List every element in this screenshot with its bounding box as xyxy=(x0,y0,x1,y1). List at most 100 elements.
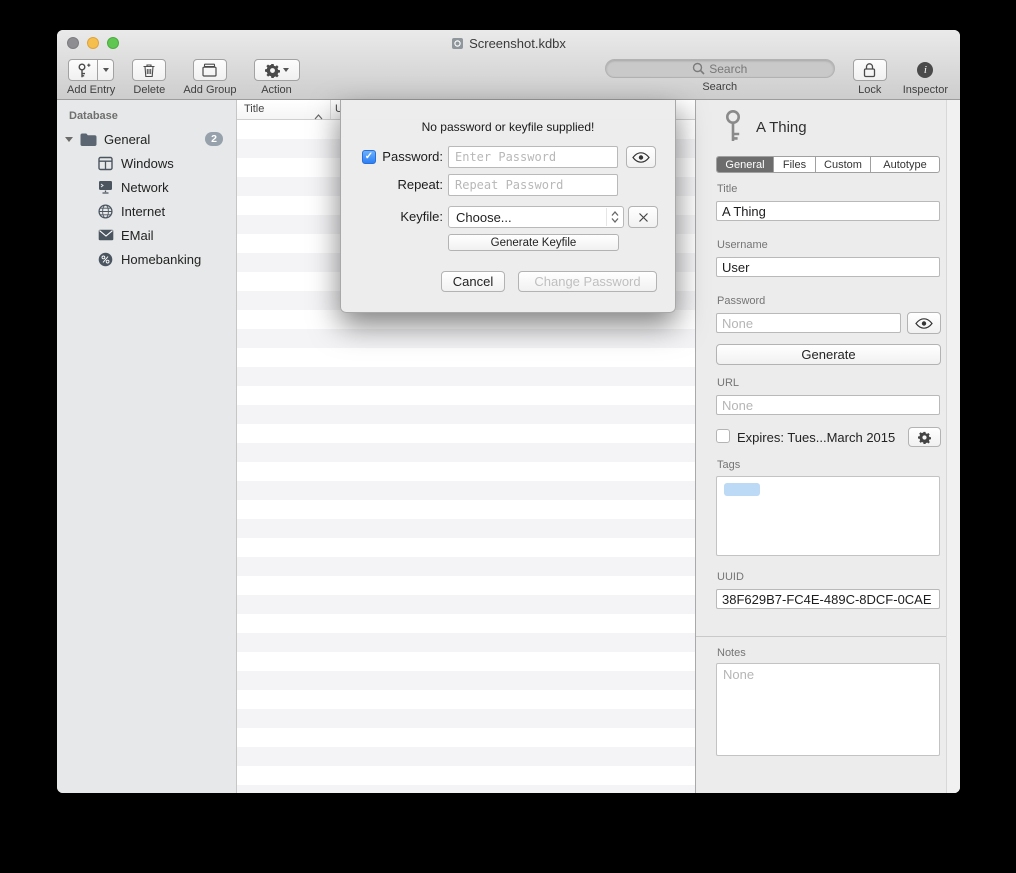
password-row: ✓ Password: xyxy=(341,146,675,168)
add-group-button[interactable] xyxy=(193,59,227,81)
column-divider[interactable] xyxy=(330,100,331,119)
tab-autotype[interactable]: Autotype xyxy=(871,157,939,172)
delete-button[interactable] xyxy=(132,59,166,81)
inspector-scrollbar[interactable] xyxy=(946,100,960,793)
expires-settings-button[interactable] xyxy=(908,427,941,447)
sidebar-item-general[interactable]: General 2 xyxy=(57,127,236,151)
url-field[interactable] xyxy=(716,395,940,415)
eye-icon xyxy=(915,318,933,329)
username-field-label: Username xyxy=(717,239,768,251)
minimize-button[interactable] xyxy=(87,37,99,49)
lock-button[interactable] xyxy=(853,59,887,81)
entry-title: A Thing xyxy=(756,119,807,136)
inspector-item: i Inspector xyxy=(903,59,948,96)
uuid-field[interactable] xyxy=(716,589,940,609)
add-entry-button[interactable] xyxy=(68,59,98,81)
sidebar-item-network[interactable]: Network xyxy=(57,175,236,199)
group-label: Internet xyxy=(121,204,165,219)
title-field-label: Title xyxy=(717,183,737,195)
app-window: Screenshot.kdbx Add Entry xyxy=(57,30,960,793)
delete-item: Delete xyxy=(132,59,166,96)
url-field-label: URL xyxy=(717,377,739,389)
inspector-tabs: General Files Custom Autotype xyxy=(716,156,940,173)
inspector-panel: A Thing General Files Custom Autotype Ti… xyxy=(695,100,960,793)
password-field[interactable] xyxy=(716,313,901,333)
action-item: Action xyxy=(254,59,300,96)
tab-general[interactable]: General xyxy=(717,157,774,172)
keyfile-row: Keyfile: Choose... xyxy=(341,206,675,228)
repeat-label: Repeat: xyxy=(341,174,443,196)
terminal-icon xyxy=(96,180,115,194)
key-plus-icon xyxy=(75,62,91,79)
window-title: Screenshot.kdbx xyxy=(469,36,566,51)
password-field-label: Password xyxy=(717,295,765,307)
search-icon xyxy=(692,62,705,75)
lock-item: Lock xyxy=(853,59,887,96)
tags-field[interactable] xyxy=(716,476,940,556)
key-icon xyxy=(720,109,746,148)
add-entry-dropdown[interactable] xyxy=(98,59,114,81)
cancel-button[interactable]: Cancel xyxy=(441,271,505,292)
search-input[interactable]: Search xyxy=(605,59,835,78)
generate-keyfile-button[interactable]: Generate Keyfile xyxy=(448,234,619,251)
close-x-icon xyxy=(638,212,649,223)
clear-keyfile-button[interactable] xyxy=(628,206,658,228)
traffic-lights xyxy=(67,37,119,49)
inspector-button[interactable]: i xyxy=(917,59,933,81)
popup-chevrons-icon xyxy=(606,208,622,226)
tab-files[interactable]: Files xyxy=(774,157,816,172)
keyfile-popup[interactable]: Choose... xyxy=(448,206,624,228)
titlebar[interactable]: Screenshot.kdbx xyxy=(57,30,960,56)
folder-icon xyxy=(79,133,98,146)
info-icon: i xyxy=(917,62,933,78)
show-password-button[interactable] xyxy=(907,312,941,334)
sidebar-item-email[interactable]: EMail xyxy=(57,223,236,247)
document-icon xyxy=(451,37,464,50)
uuid-field-label: UUID xyxy=(717,571,744,583)
password-label: Password: xyxy=(341,146,443,168)
group-label: EMail xyxy=(121,228,154,243)
generate-password-button[interactable]: Generate xyxy=(716,344,941,365)
title-field[interactable] xyxy=(716,201,940,221)
lock-label: Lock xyxy=(858,84,881,96)
expires-checkbox[interactable] xyxy=(716,429,730,443)
eye-icon xyxy=(632,152,650,163)
envelope-icon xyxy=(96,229,115,241)
expires-label: Expires: Tues...March 2015 xyxy=(737,430,895,445)
chevron-down-icon xyxy=(283,68,289,72)
change-password-button[interactable]: Change Password xyxy=(518,271,657,292)
tab-custom[interactable]: Custom xyxy=(816,157,871,172)
sidebar-item-homebanking[interactable]: Homebanking xyxy=(57,247,236,271)
window-title-area: Screenshot.kdbx xyxy=(451,36,566,51)
gear-icon xyxy=(265,63,280,78)
count-badge: 2 xyxy=(205,132,223,146)
toolbar: Add Entry Delete Add Group xyxy=(57,56,960,99)
percent-coin-icon xyxy=(96,252,115,267)
repeat-row: Repeat: xyxy=(341,174,675,196)
trash-icon xyxy=(142,63,156,78)
close-button[interactable] xyxy=(67,37,79,49)
column-header-title[interactable]: Title xyxy=(244,103,264,115)
sidebar: Database General 2 Windows Network xyxy=(57,100,237,793)
lock-icon xyxy=(863,62,876,78)
notes-field[interactable] xyxy=(716,663,940,756)
password-input[interactable] xyxy=(448,146,618,168)
action-button[interactable] xyxy=(254,59,300,81)
add-group-item: Add Group xyxy=(183,59,236,96)
group-label: General xyxy=(104,132,150,147)
chevron-down-icon xyxy=(103,68,109,72)
add-group-label: Add Group xyxy=(183,84,236,96)
zoom-button[interactable] xyxy=(107,37,119,49)
gear-icon xyxy=(918,431,931,444)
disclosure-triangle-icon[interactable] xyxy=(65,137,73,142)
username-field[interactable] xyxy=(716,257,940,277)
repeat-input[interactable] xyxy=(448,174,618,196)
tag-token[interactable] xyxy=(724,483,760,496)
globe-icon xyxy=(96,204,115,219)
delete-label: Delete xyxy=(133,84,165,96)
group-label: Homebanking xyxy=(121,252,201,267)
sidebar-item-internet[interactable]: Internet xyxy=(57,199,236,223)
show-password-button[interactable] xyxy=(626,146,656,168)
add-entry-label: Add Entry xyxy=(67,84,115,96)
sidebar-item-windows[interactable]: Windows xyxy=(57,151,236,175)
